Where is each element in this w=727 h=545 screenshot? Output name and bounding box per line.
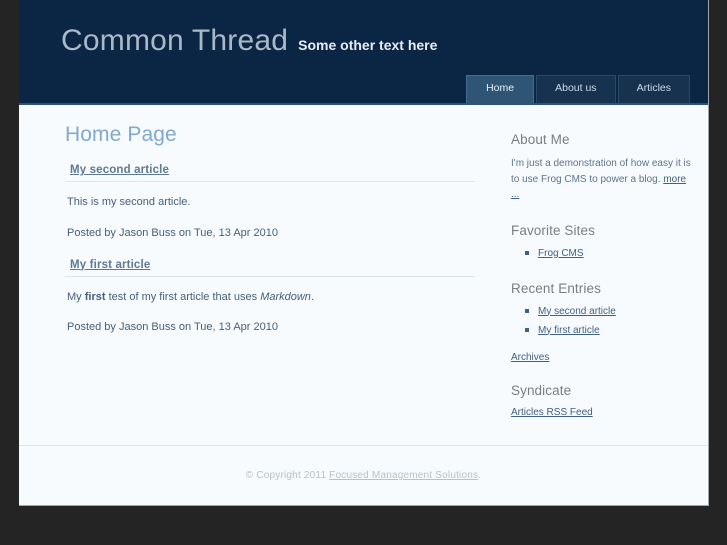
copyright-text: © Copyright 2011 <box>245 470 330 481</box>
sidebar-heading-syndicate: Syndicate <box>511 382 572 398</box>
article-meta: Posted by Jason Buss on Tue, 13 Apr 2010 <box>67 226 278 239</box>
article-title-link[interactable]: My second article <box>70 164 169 176</box>
sidebar-heading-about-me: About Me <box>511 132 570 147</box>
brand: Common Thread Some other text here <box>61 26 437 56</box>
article-body-bold: first <box>84 290 106 303</box>
article-body: My first test of my first article that u… <box>67 289 475 306</box>
favorite-sites-list: Frog CMS <box>525 247 696 261</box>
list-item: My first article <box>525 324 696 338</box>
site-tagline: Some other text here <box>298 37 438 53</box>
recent-entry-link[interactable]: My first article <box>538 325 600 336</box>
sidebar-heading-favorite-sites: Favorite Sites <box>511 222 595 238</box>
site-title: Common Thread <box>61 24 289 57</box>
footer-company-link[interactable]: Focused Management Solutions <box>329 470 478 481</box>
sidebar-section-about-me: About Me I'm just a demonstration of how… <box>511 132 696 203</box>
sidebar: About Me I'm just a demonstration of how… <box>511 132 696 438</box>
recent-entry-link[interactable]: My second article <box>538 306 616 317</box>
footer-copyright: © Copyright 2011 Focused Management Solu… <box>246 470 481 481</box>
sidebar-heading-recent-entries: Recent Entries <box>511 280 601 296</box>
article-body-text: This is my second article. <box>67 196 191 208</box>
main-navigation: Home About us Articles <box>466 75 690 103</box>
article-meta: Posted by Jason Buss on Tue, 13 Apr 2010 <box>67 321 278 333</box>
recent-entries-list: My second article My first article <box>525 305 696 338</box>
page-container: Common Thread Some other text here Home … <box>19 0 709 506</box>
archives-link[interactable]: Archives <box>511 352 696 363</box>
site-footer: © Copyright 2011 Focused Management Solu… <box>19 445 708 505</box>
page-title: Home Page <box>65 123 177 146</box>
main-content: Home Page My second article This is my s… <box>65 123 475 353</box>
article-body-text: . <box>310 290 314 303</box>
article-body: This is my second article. <box>67 194 475 211</box>
list-item: Frog CMS <box>525 247 696 261</box>
sidebar-section-favorite-sites: Favorite Sites Frog CMS <box>511 223 696 261</box>
copyright-period: . <box>478 470 482 481</box>
nav-tab-about-us[interactable]: About us <box>536 75 616 103</box>
list-item: My second article <box>525 305 696 319</box>
article-entry: My second article This is my second arti… <box>65 164 475 239</box>
rss-feed-link[interactable]: Articles RSS Feed <box>511 407 696 418</box>
article-entry: My first article My first test of my fir… <box>65 259 475 333</box>
site-header: Common Thread Some other text here Home … <box>19 0 708 105</box>
sidebar-section-recent-entries: Recent Entries My second article My firs… <box>511 281 696 363</box>
article-divider <box>65 181 475 182</box>
favorite-site-link[interactable]: Frog CMS <box>538 248 584 259</box>
body-region: Home Page My second article This is my s… <box>19 105 708 445</box>
article-title-link[interactable]: My first article <box>70 259 150 271</box>
article-divider <box>65 275 475 277</box>
article-body-text: My <box>67 290 85 303</box>
about-me-text: I'm just a demonstration of how easy it … <box>511 156 696 203</box>
article-body-text: test of my first article that uses <box>105 290 261 303</box>
article-body-italic: Markdown <box>260 290 311 303</box>
sidebar-section-syndicate: Syndicate Articles RSS Feed <box>511 383 696 418</box>
nav-tab-articles[interactable]: Articles <box>617 75 690 103</box>
nav-tab-home[interactable]: Home <box>466 75 535 103</box>
